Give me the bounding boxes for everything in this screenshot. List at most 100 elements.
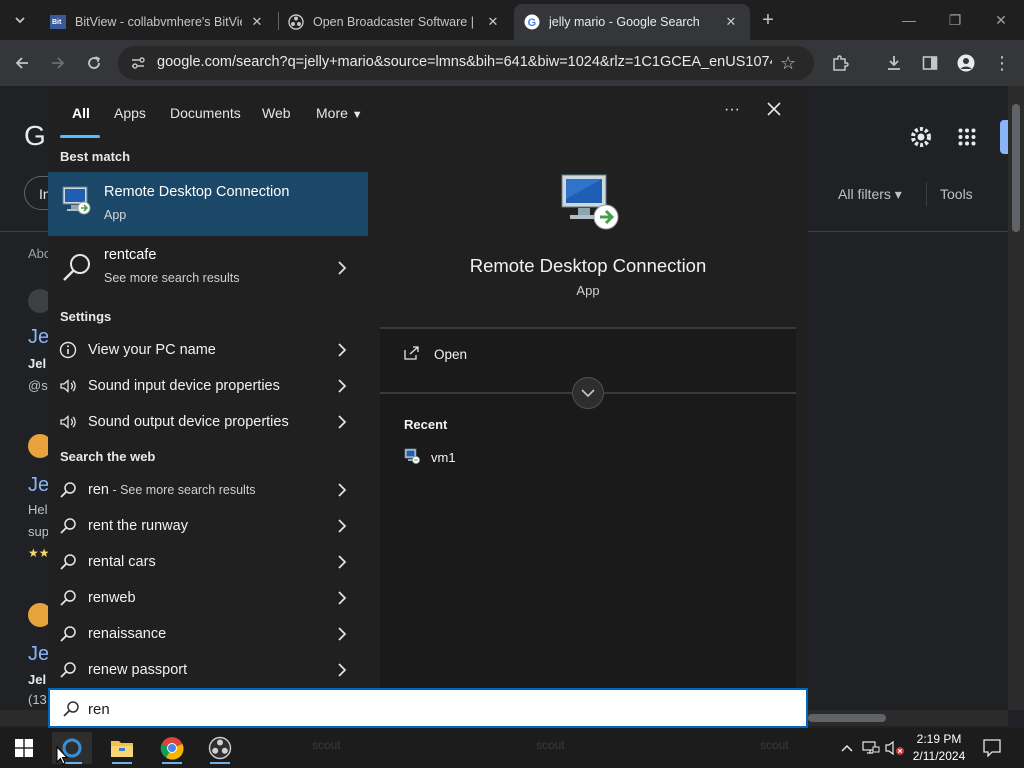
start-search-box[interactable]: [48, 688, 808, 728]
site-info-icon[interactable]: [130, 55, 146, 76]
setting-item-sound-output[interactable]: Sound output device properties: [48, 404, 368, 440]
recent-item[interactable]: vm1: [404, 448, 456, 467]
close-window-button[interactable]: ✕: [978, 0, 1024, 40]
folder-icon: [111, 741, 133, 757]
volume-muted-icon[interactable]: [884, 738, 906, 758]
all-filters-button[interactable]: All filters ▾: [838, 186, 902, 203]
tab-apps[interactable]: Apps: [114, 105, 146, 121]
open-action[interactable]: Open: [404, 346, 467, 363]
tab-all[interactable]: All: [72, 105, 90, 121]
result-title[interactable]: Je: [28, 474, 49, 497]
search-icon: [58, 588, 78, 608]
arrow-right-icon: [52, 57, 65, 69]
wallpaper-text: scout: [312, 738, 341, 752]
apps-grid-icon[interactable]: [958, 128, 976, 151]
setting-item-sound-input[interactable]: Sound input device properties: [48, 368, 368, 404]
minimize-button[interactable]: —: [886, 0, 932, 40]
google-logo[interactable]: G: [24, 120, 46, 152]
screen: Bit BitView - collabvmhere's BitVie ✕ Op…: [0, 0, 1024, 768]
close-icon: [767, 102, 781, 116]
reload-button[interactable]: [80, 49, 108, 77]
action-center-button[interactable]: [980, 738, 1004, 758]
tab-documents[interactable]: Documents: [170, 105, 241, 121]
result-snippet: Hel: [28, 502, 48, 517]
close-search-button[interactable]: [766, 101, 782, 120]
caret-down-icon: ▼: [351, 109, 363, 121]
setting-item-view-pc-name[interactable]: View your PC name: [48, 332, 368, 368]
web-suggestion-item[interactable]: renaissance: [48, 616, 368, 652]
web-suggestion-item[interactable]: renew passport: [48, 652, 368, 688]
back-button[interactable]: [8, 49, 36, 77]
more-options-button[interactable]: ···: [724, 101, 740, 119]
speaker-icon: [58, 412, 78, 432]
best-match-type: App: [104, 208, 127, 222]
result-title[interactable]: Je: [28, 326, 49, 349]
result-snippet: sup: [28, 524, 49, 539]
web-suggestion-item[interactable]: rent the runway: [48, 508, 368, 544]
tab-more[interactable]: More ▼: [316, 105, 363, 121]
vertical-scrollbar[interactable]: [1008, 86, 1024, 710]
address-bar[interactable]: google.com/search?q=jelly+mario&source=l…: [118, 46, 814, 80]
minimize-icon: —: [902, 12, 916, 28]
side-panel-button[interactable]: [916, 49, 944, 77]
more-results-item[interactable]: rentcafe See more search results: [48, 237, 368, 299]
kebab-menu-icon: ⋮: [993, 53, 1011, 73]
close-icon[interactable]: ✕: [248, 14, 266, 30]
downloads-button[interactable]: [880, 49, 908, 77]
best-match-item[interactable]: Remote Desktop Connection App: [48, 172, 368, 236]
tools-button[interactable]: Tools: [940, 186, 973, 202]
obs-taskbar-button[interactable]: [200, 732, 240, 764]
scrollbar-thumb[interactable]: [808, 714, 886, 722]
web-suggestion-item[interactable]: rental cars: [48, 544, 368, 580]
start-button[interactable]: [4, 732, 44, 764]
expand-button[interactable]: [572, 377, 604, 409]
show-hidden-icons-button[interactable]: [836, 738, 858, 758]
chrome-taskbar-button[interactable]: [152, 732, 192, 764]
active-tab-indicator: [60, 135, 100, 138]
open-label: Open: [434, 347, 468, 362]
preview-type: App: [576, 283, 600, 298]
extensions-button[interactable]: [826, 49, 854, 77]
result-title[interactable]: Je: [28, 643, 49, 666]
new-tab-button[interactable]: +: [754, 6, 782, 34]
system-clock[interactable]: 2:19 PM 2/11/2024: [906, 731, 972, 765]
web-suggestion-label: renew passport: [88, 662, 188, 678]
wallpaper-text: scout: [536, 738, 565, 752]
tab-web[interactable]: Web: [262, 105, 291, 121]
chrome-menu-button[interactable]: ⋮: [988, 49, 1016, 77]
result-snippet: Jel: [28, 672, 47, 687]
restore-button[interactable]: ❐: [932, 0, 978, 40]
close-icon[interactable]: ✕: [722, 14, 740, 30]
bookmark-star-icon[interactable]: ☆: [780, 53, 796, 74]
preview-header: Remote Desktop Connection App: [380, 151, 796, 327]
chrome-icon: [160, 737, 184, 760]
preview-pane: Remote Desktop Connection App Open Recen…: [380, 151, 796, 688]
search-icon: [58, 624, 78, 644]
scrollbar-thumb[interactable]: [1012, 104, 1020, 232]
tab-bitview[interactable]: Bit BitView - collabvmhere's BitVie ✕: [40, 4, 276, 40]
forward-button[interactable]: [44, 49, 72, 77]
web-suggestion-item[interactable]: renweb: [48, 580, 368, 616]
search-icon: [58, 480, 78, 500]
close-icon[interactable]: ✕: [484, 14, 502, 30]
network-icon[interactable]: [860, 738, 882, 758]
tab-obs[interactable]: Open Broadcaster Software | O ✕: [278, 4, 512, 40]
reload-icon: [88, 56, 101, 69]
windows-logo-icon: [15, 739, 33, 757]
profile-button[interactable]: [952, 49, 980, 77]
setting-label: View your PC name: [88, 342, 216, 358]
account-avatar-edge[interactable]: [1000, 120, 1008, 154]
profile-icon: [957, 54, 975, 72]
search-input[interactable]: [88, 698, 788, 720]
web-suggestion-label: rental cars: [88, 554, 156, 570]
remote-desktop-file-icon: [404, 448, 420, 467]
puzzle-icon: [833, 55, 849, 71]
tab-google-search[interactable]: G jelly mario - Google Search ✕: [514, 4, 750, 40]
file-explorer-button[interactable]: [102, 732, 142, 764]
search-web-header: Search the web: [60, 449, 156, 464]
settings-gear-icon[interactable]: [908, 124, 934, 155]
recent-header: Recent: [404, 417, 448, 432]
chevron-up-icon: [841, 744, 853, 752]
tab-search-button[interactable]: [6, 6, 34, 34]
web-suggestion-item[interactable]: ren - See more search results: [48, 472, 368, 508]
